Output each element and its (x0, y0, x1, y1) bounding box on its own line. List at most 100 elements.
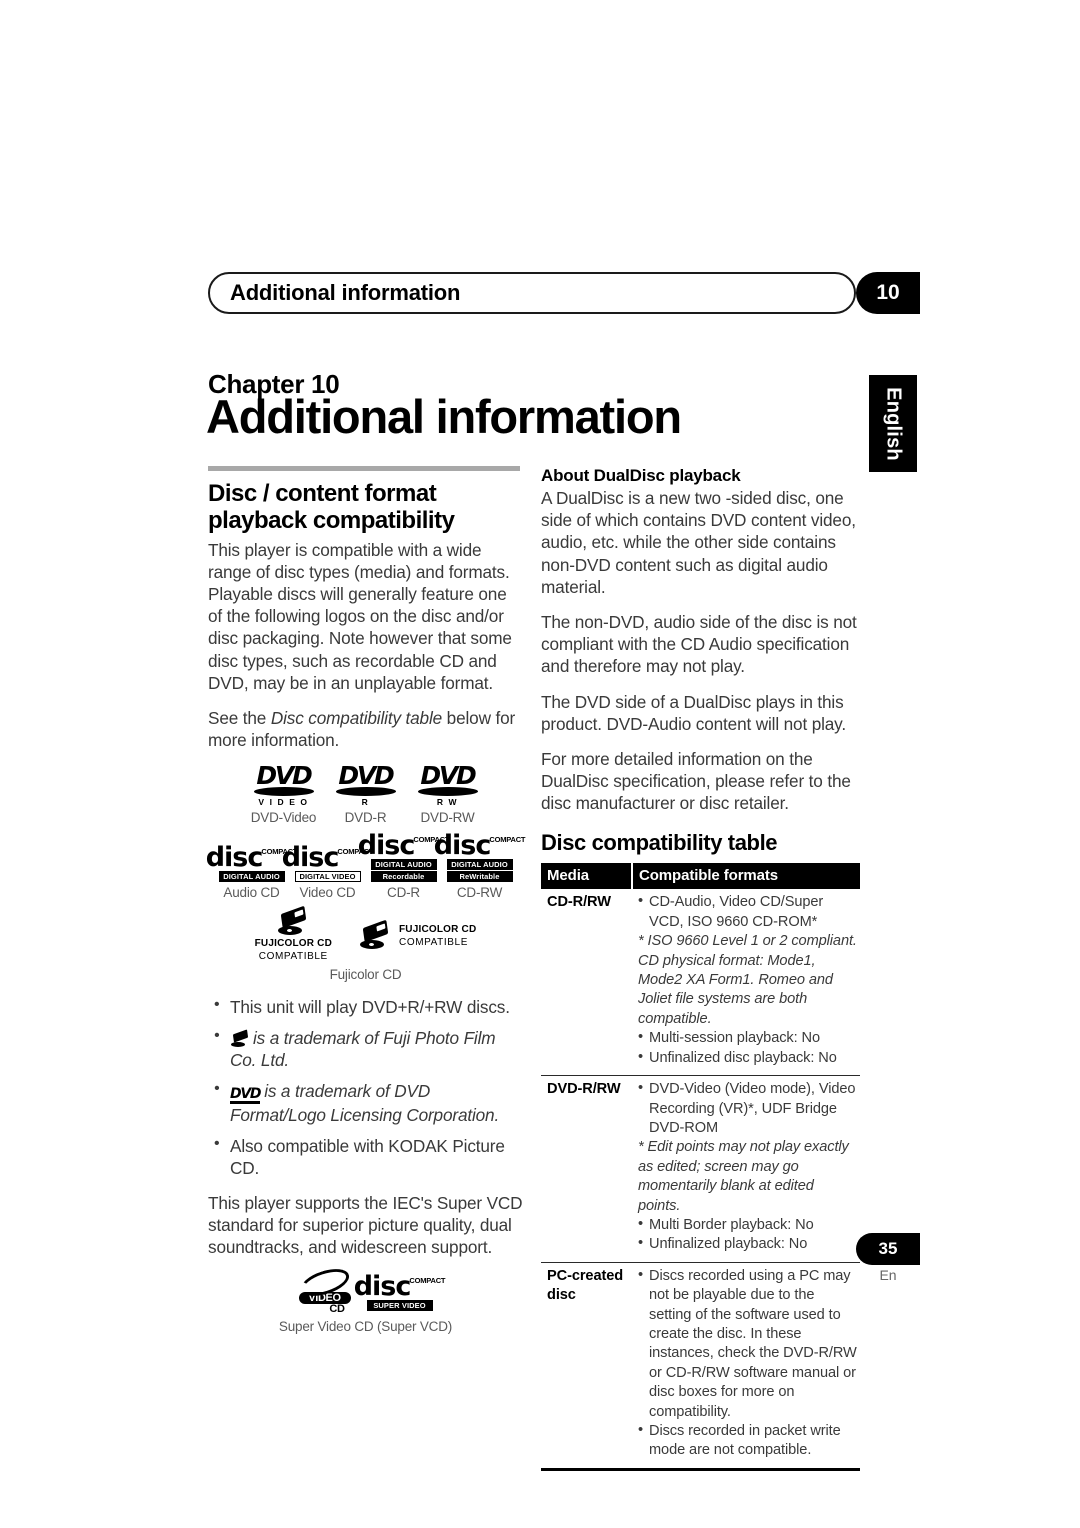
super-video-cd-logo-icon: disc COMPACT SUPER VIDEO (354, 1273, 446, 1311)
cd-rw-line-1: CD-Audio, Video CD/Super VCD, ISO 9660 C… (638, 892, 858, 932)
dvd-video-logo-oval (252, 787, 315, 797)
video-cd-band: DIGITAL VIDEO (294, 871, 361, 883)
fujicolor-stacked-line2: COMPATIBLE (258, 950, 328, 962)
fujicolor-disc-shape-2 (360, 939, 384, 949)
fujicolor-caption: Fujicolor CD (329, 967, 402, 983)
cd-rw-band: DIGITAL AUDIO (446, 859, 513, 871)
table-cell-media-pc-created: PC-created disc (541, 1262, 632, 1471)
super-video-cd-compact-word: COMPACT (409, 1275, 446, 1285)
language-side-tab-label: English (882, 386, 905, 461)
cd-rw-line-3: Multi-session playback: No (638, 1028, 858, 1048)
dvd-rw-line-3: Multi Border playback: No (638, 1215, 858, 1235)
cd-r-band: DIGITAL AUDIO (370, 859, 437, 871)
cd-logo-row: disc COMPACT DIGITAL AUDIO disc COMPACT … (206, 833, 526, 883)
fujicolor-inline-text: FUJICOLOR CD COMPATIBLE (399, 924, 476, 949)
dvd-rw-caption: DVD-RW (420, 810, 475, 826)
video-cd-mark-line2: CD (329, 1303, 345, 1316)
dvd-rw-line-1: DVD-Video (Video mode), Video Recording … (638, 1079, 858, 1138)
pc-created-line-2: Discs recorded in packet write mode are … (638, 1421, 858, 1461)
intro-paragraph: This player is compatible with a wide ra… (208, 539, 512, 693)
fujicolor-logo-row: FUJICOLOR CD COMPATIBLE FUJICOLOR CD COM… (208, 906, 523, 963)
cd-rw-disc-word: disc (433, 830, 492, 862)
see-also-paragraph: See the Disc compatibility table below f… (208, 707, 523, 751)
svcd-logo-row: VIDEO CD disc COMPACT SUPER VIDEO (208, 1263, 523, 1316)
chapter-number: 10 (876, 281, 900, 304)
fujicolor-icon (230, 1029, 250, 1048)
table-cell-formats-pc-created: Discs recorded using a PC may not be pla… (632, 1262, 860, 1471)
audio-cd-caption: Audio CD (223, 885, 280, 901)
disc-compatibility-table-title: Disc compatibility table (541, 830, 778, 856)
dualdisc-paragraph-1: A DualDisc is a new two -sided disc, one… (541, 488, 856, 597)
cd-r-caption: CD-R (387, 885, 420, 901)
fujicolor-icon-disc (231, 1042, 245, 1048)
fujicolor-disc-shape (278, 926, 303, 936)
dvd-rw-logo-icon: DVD R W (414, 763, 482, 807)
see-also-prefix: See the (208, 708, 271, 729)
cd-rw-logo-top: disc COMPACT (434, 833, 526, 860)
running-header: Additional information (208, 272, 856, 314)
dualdisc-paragraph-3: The DVD side of a DualDisc plays in this… (541, 691, 846, 734)
table-header-row: Media Compatible formats (541, 863, 860, 890)
cd-r-band-2: Recordable (370, 871, 437, 883)
fujicolor-film-disc-icon (276, 906, 310, 936)
dvd-r-caption: DVD-R (344, 810, 387, 826)
cd-rw-caption: CD-RW (456, 885, 503, 901)
audio-cd-logo-top: disc COMPACT (206, 845, 298, 872)
cd-rw-compact-word: COMPACT (489, 835, 526, 845)
right-column: About DualDisc playback A DualDisc is a … (541, 466, 861, 1471)
table-body: CD-R/RW CD-Audio, Video CD/Super VCD, IS… (541, 889, 860, 1471)
page-number: 35 (878, 1239, 898, 1258)
running-header-title: Additional information (230, 280, 461, 305)
see-also-italic: Disc compatibility table (270, 708, 443, 729)
table-cell-formats-cd-rw: CD-Audio, Video CD/Super VCD, ISO 9660 C… (632, 889, 860, 1077)
cd-r-disc-word: disc (357, 830, 416, 862)
cd-rw-line-4: Unfinalized disc playback: No (638, 1048, 858, 1068)
bullet-dvd-trademark: DVDis a trademark of DVD Format/Logo Lic… (208, 1079, 523, 1126)
audio-cd-disc-word: disc (205, 842, 264, 874)
manual-page: Additional information 10 Chapter 10 Add… (0, 0, 1080, 1528)
svcd-paragraph: This player supports the IEC's Super VCD… (208, 1192, 523, 1257)
dualdisc-heading: About DualDisc playback (541, 466, 741, 485)
fujicolor-stacked-text: FUJICOLOR CD COMPATIBLE (255, 938, 332, 963)
dualdisc-paragraph-2: The non-DVD, audio side of the disc is n… (541, 611, 857, 677)
cd-r-logo-icon: disc COMPACT DIGITAL AUDIO Recordable (358, 833, 450, 883)
dvd-video-caption: DVD-Video (250, 810, 317, 826)
cd-logo-block: disc COMPACT DIGITAL AUDIO disc COMPACT … (206, 833, 526, 901)
fujicolor-film-shape-2 (362, 919, 389, 943)
footer-language-code: En (879, 1267, 897, 1283)
language-side-tab: English (869, 375, 917, 472)
bullet-kodak-text: Also compatible with KODAK Picture CD. (230, 1136, 505, 1179)
fujicolor-inline-logo-icon: FUJICOLOR CD COMPATIBLE (358, 919, 476, 950)
dualdisc-paragraph-4: For more detailed information on the Dua… (541, 748, 851, 814)
fujicolor-inline-line2: COMPATIBLE (399, 936, 468, 948)
bullet-dvd-plus-r-text: This unit will play DVD+R/+RW discs. (230, 997, 510, 1018)
table-cell-formats-dvd-rw: DVD-Video (Video mode), Video Recording … (632, 1075, 860, 1263)
fujicolor-logo-block: FUJICOLOR CD COMPATIBLE FUJICOLOR CD COM… (208, 906, 523, 983)
fujicolor-film-disc-icon-2 (358, 919, 392, 950)
video-cd-mark-icon: VIDEO CD (297, 1263, 352, 1316)
video-cd-disc-word: disc (281, 842, 340, 874)
table-row: CD-R/RW CD-Audio, Video CD/Super VCD, IS… (541, 889, 860, 1077)
table-header-media: Media (541, 863, 633, 890)
fujicolor-stacked-logo-icon: FUJICOLOR CD COMPATIBLE (255, 906, 332, 963)
left-column: Disc / content format playback compatibi… (206, 466, 526, 1340)
cd-caption-row: Audio CD Video CD CD-R CD-RW (208, 885, 523, 900)
page-number-tab: 35 (856, 1233, 920, 1265)
fujicolor-stacked-line1: FUJICOLOR CD (254, 938, 332, 950)
disc-compatibility-table: Media Compatible formats CD-R/RW CD-Audi… (541, 863, 860, 1471)
video-cd-logo-icon: disc COMPACT DIGITAL VIDEO (282, 845, 374, 883)
svcd-caption: Super Video CD (Super VCD) (278, 1319, 453, 1335)
dvd-icon: DVD (230, 1086, 261, 1105)
trademark-bullet-list: This unit will play DVD+R/+RW discs. is … (208, 995, 523, 1179)
super-video-cd-logo-top: disc COMPACT (354, 1273, 446, 1300)
fujicolor-icon-film (232, 1029, 249, 1044)
bullet-dvd-plus-r: This unit will play DVD+R/+RW discs. (208, 995, 523, 1018)
cd-r-logo-top: disc COMPACT (358, 833, 450, 860)
dvd-rw-line-4: Unfinalized playback: No (638, 1234, 858, 1254)
table-cell-media-dvd-rw: DVD-R/RW (541, 1075, 632, 1263)
dvd-r-logo-sub: R (361, 797, 370, 808)
page-title: Additional information (206, 390, 682, 443)
fujicolor-film-shape (281, 906, 307, 929)
dvd-logo-block: DVD V I D E O DVD R DVD R W DVD-Video DV… (208, 763, 523, 826)
table-head: Media Compatible formats (541, 863, 860, 890)
